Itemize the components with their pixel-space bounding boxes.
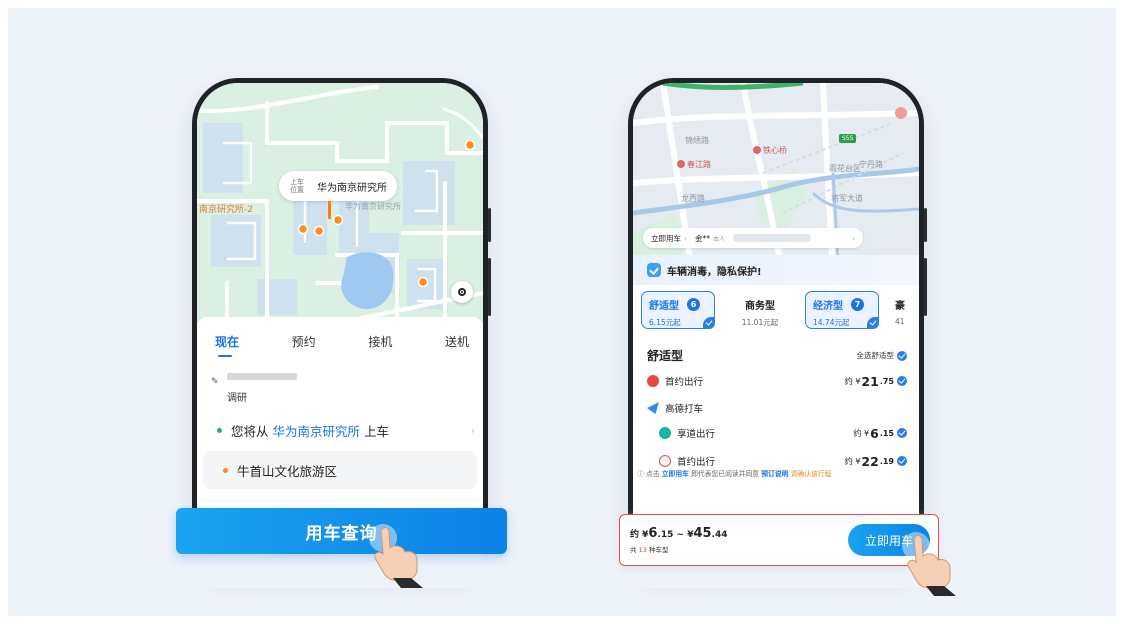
map-label-west: 南京研究所-2 bbox=[199, 205, 253, 215]
tab-now[interactable]: 现在 bbox=[215, 333, 239, 357]
chevron-right-icon: › bbox=[852, 233, 855, 243]
pickup-dot-icon bbox=[217, 427, 222, 433]
xiangdao-logo-icon bbox=[659, 427, 671, 439]
blurred-text bbox=[227, 373, 297, 380]
car-type-tabs: 舒适型 6 6.15元起 商务型 11.01元起 经济型 7 14.74元起 豪… bbox=[641, 291, 919, 329]
tap-hand-icon bbox=[369, 524, 423, 588]
pickup-pin-name: 华为南京研究所 bbox=[317, 182, 387, 194]
locate-button[interactable] bbox=[451, 281, 473, 303]
check-icon[interactable] bbox=[897, 456, 907, 466]
car-type-business[interactable]: 商务型 11.01元起 bbox=[723, 291, 797, 329]
ride-mode-tabs: 现在 预约 接机 送机 bbox=[197, 317, 483, 357]
check-corner-icon bbox=[703, 317, 715, 329]
pickup-pin-card[interactable]: 上车 位置 华为南京研究所 bbox=[279, 171, 397, 201]
tab-airport-pickup[interactable]: 接机 bbox=[368, 333, 392, 350]
chevron-right-icon: › bbox=[470, 423, 475, 437]
tab-airport-dropoff[interactable]: 送机 bbox=[445, 333, 469, 350]
background-panel: 南京研究所-2 华为南京研究所 上车 位置 华为南京研究所 现在 预约 接机 送… bbox=[8, 8, 1116, 616]
map-label-road2: 龙西路 bbox=[681, 194, 705, 203]
provider-row[interactable]: 首约出行 约 ¥21.75 bbox=[647, 369, 907, 393]
map-label-road3: 将军大道 bbox=[831, 194, 863, 203]
terms-link-now[interactable]: 立即用车 bbox=[662, 470, 689, 478]
price-summary: 约 ¥6.15 ~ ¥45.44 共 13 种车型 bbox=[630, 526, 728, 554]
count-badge: 6 bbox=[687, 298, 700, 311]
passenger-name: 金** bbox=[695, 233, 710, 243]
locate-icon bbox=[458, 288, 466, 296]
passenger-tag: 本人 bbox=[713, 235, 726, 243]
right-phone: S55 锦绣路 铁心桥 春江路 龙西路 将军大道 宁丹路 雨花台区 立即用车 ›… bbox=[608, 78, 944, 588]
car-type-economy[interactable]: 经济型 7 14.74元起 bbox=[805, 291, 879, 329]
map-label-road1: 锦绣路 bbox=[685, 136, 709, 145]
section-header: 舒适型 全选舒适型 bbox=[647, 347, 907, 364]
map-label-district: 雨花台区 bbox=[829, 164, 861, 173]
terms-link-booking[interactable]: 预订说明 bbox=[761, 470, 788, 478]
pickup-pin-icon bbox=[328, 201, 331, 219]
pickup-row[interactable]: 您将从 华为南京研究所 上车 › bbox=[197, 411, 483, 449]
shouyue-logo-icon bbox=[647, 375, 659, 387]
highway-badge: S55 bbox=[839, 134, 857, 143]
amap-logo-icon bbox=[647, 402, 659, 414]
map-label-building: 华为南京研究所 bbox=[345, 202, 401, 211]
shield-check-icon bbox=[647, 263, 661, 277]
section-title: 舒适型 bbox=[647, 349, 684, 363]
safety-banner: 车辆消毒，隐私保护! bbox=[633, 255, 919, 285]
map-poi-2: 春江路 bbox=[677, 159, 711, 170]
edit-icon: ✎ bbox=[211, 377, 219, 387]
map-poi-1: 铁心桥 bbox=[753, 145, 787, 156]
note-text: 调研 bbox=[227, 393, 247, 404]
pickup-tag: 上车 位置 bbox=[290, 178, 304, 194]
ride-mode: 立即用车 bbox=[651, 233, 681, 243]
left-phone: 南京研究所-2 华为南京研究所 上车 位置 华为南京研究所 现在 预约 接机 送… bbox=[172, 78, 508, 588]
tap-hand-icon bbox=[902, 532, 956, 596]
count-badge: 7 bbox=[851, 298, 864, 311]
check-icon bbox=[897, 350, 907, 361]
car-type-luxury[interactable]: 豪 41 bbox=[887, 291, 919, 329]
provider-row[interactable]: 享道出行 约 ¥6.15 bbox=[647, 421, 907, 445]
check-corner-icon bbox=[867, 317, 879, 329]
campus-map[interactable]: 南京研究所-2 华为南京研究所 上车 位置 华为南京研究所 bbox=[197, 83, 483, 323]
terms-notice: ⓘ 点击 立即用车 即代表您已阅读并同意 预订说明 请确认该行程 bbox=[637, 470, 832, 478]
destination-place: 牛首山文化旅游区 bbox=[237, 463, 338, 479]
right-phone-screen: S55 锦绣路 铁心桥 春江路 龙西路 将军大道 宁丹路 雨花台区 立即用车 ›… bbox=[633, 83, 919, 578]
tab-reserve[interactable]: 预约 bbox=[292, 333, 316, 350]
pickup-place: 华为南京研究所 bbox=[272, 423, 361, 439]
shouyue-logo-icon bbox=[659, 455, 671, 467]
info-icon: ⓘ bbox=[637, 470, 646, 478]
map-label-road4: 宁丹路 bbox=[859, 160, 883, 169]
provider-group-header: 高德打车 bbox=[647, 396, 907, 420]
select-all-comfort[interactable]: 全选舒适型 bbox=[857, 350, 907, 361]
price-summary-bar: 约 ¥6.15 ~ ¥45.44 共 13 种车型 立即用车 bbox=[619, 514, 939, 566]
destination-dot-icon bbox=[223, 467, 228, 473]
left-phone-screen: 南京研究所-2 华为南京研究所 上车 位置 华为南京研究所 现在 预约 接机 送… bbox=[197, 83, 483, 578]
city-map[interactable]: S55 锦绣路 铁心桥 春江路 龙西路 将军大道 宁丹路 雨花台区 立即用车 ›… bbox=[633, 83, 919, 278]
car-type-count: 共 13 种车型 bbox=[630, 546, 669, 554]
trip-info-pill[interactable]: 立即用车 › 金** 本人 › bbox=[643, 228, 863, 248]
check-icon[interactable] bbox=[897, 376, 907, 386]
check-icon[interactable] bbox=[897, 428, 907, 438]
blurred-phone bbox=[733, 234, 812, 242]
car-type-comfort[interactable]: 舒适型 6 6.15元起 bbox=[641, 291, 715, 329]
price-range: 约 ¥6.15 ~ ¥45.44 bbox=[630, 526, 728, 541]
destination-row[interactable]: 牛首山文化旅游区 bbox=[203, 451, 477, 489]
search-ride-button[interactable]: 用车查询 bbox=[176, 508, 507, 554]
